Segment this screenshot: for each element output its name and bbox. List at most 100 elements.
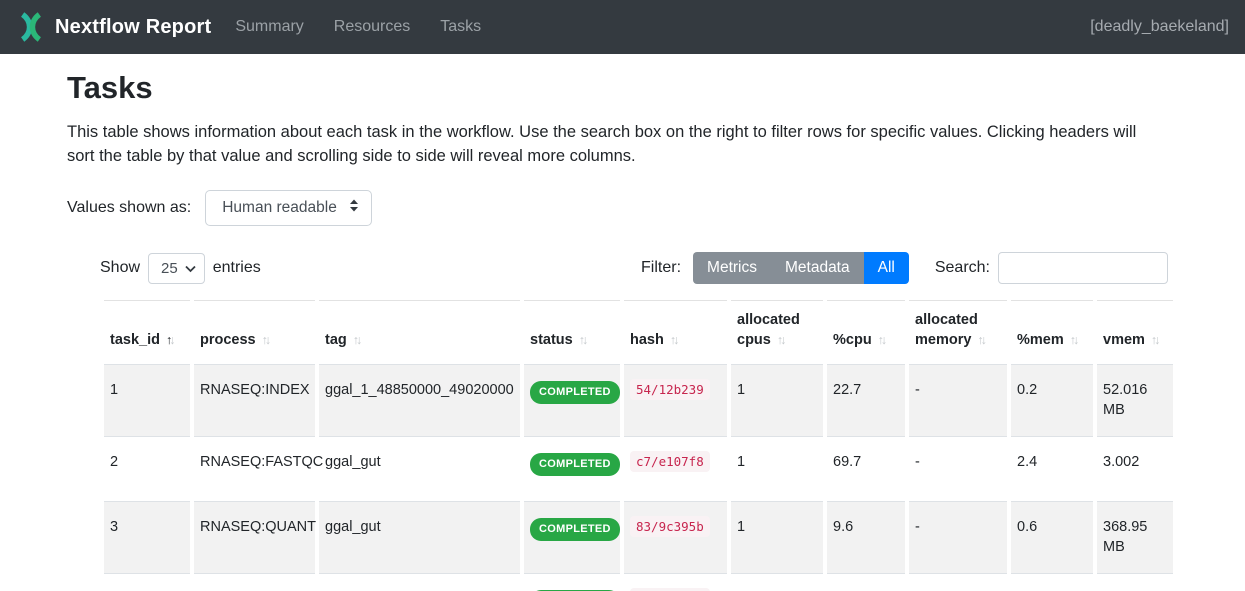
nav-link-summary[interactable]: Summary	[235, 18, 303, 36]
nav-link-tasks[interactable]: Tasks	[440, 18, 481, 36]
cell-task-id: 1	[102, 365, 192, 437]
cell-hash: 54/12b239	[622, 365, 729, 437]
cell-allocated-memory: -	[907, 502, 1009, 574]
cell-hash: 94/c235e1	[622, 574, 729, 591]
entries-label: entries	[213, 259, 261, 277]
page-length-value: 25	[161, 260, 178, 277]
tasks-table-scroll-container[interactable]: task_id↑↓ process↑↓ tag↑↓ status↑↓ hash↑…	[100, 300, 1178, 591]
cell-tag: ggal_gut	[317, 437, 522, 502]
sort-icon: ↑↓	[777, 333, 784, 347]
table-row: 2 RNASEQ:FASTQC ggal_gut COMPLETED c7/e1…	[102, 437, 1175, 502]
page-title: Tasks	[67, 70, 1178, 106]
sort-icon: ↑↓	[670, 333, 677, 347]
cell-hash: c7/e107f8	[622, 437, 729, 502]
table-row: 4 MULTIQC - COMPLETED 94/c235e1 1 42.8 -…	[102, 574, 1175, 591]
task-hash: c7/e107f8	[630, 451, 710, 472]
values-shown-select[interactable]: Human readable	[205, 190, 372, 226]
run-name: [deadly_baekeland]	[1090, 18, 1229, 36]
brand-title: Nextflow Report	[55, 16, 211, 39]
table-row: 1 RNASEQ:INDEX ggal_1_48850000_49020000 …	[102, 365, 1175, 437]
cell-tag: -	[317, 574, 522, 591]
nav-links: Summary Resources Tasks	[235, 18, 481, 36]
navbar: Nextflow Report Summary Resources Tasks …	[0, 0, 1245, 54]
nav-link-resources[interactable]: Resources	[334, 18, 410, 36]
cell-task-id: 2	[102, 437, 192, 502]
cell-pct-cpu: 22.7	[825, 365, 907, 437]
search-input[interactable]	[998, 252, 1168, 284]
search-label: Search:	[935, 259, 990, 277]
column-header-tag[interactable]: tag↑↓	[317, 301, 522, 365]
cell-status: COMPLETED	[522, 365, 622, 437]
cell-pct-mem: 0.6	[1009, 502, 1095, 574]
cell-pct-mem: 1.4	[1009, 574, 1095, 591]
cell-allocated-cpus: 1	[729, 365, 825, 437]
sort-icon: ↑↓	[166, 333, 173, 347]
sort-icon: ↑↓	[878, 333, 885, 347]
cell-vmem: 368.95 MB	[1095, 502, 1175, 574]
filter-metadata-button[interactable]: Metadata	[771, 252, 864, 284]
column-header-task-id[interactable]: task_id↑↓	[102, 301, 192, 365]
cell-tag: ggal_1_48850000_49020000	[317, 365, 522, 437]
cell-pct-mem: 2.4	[1009, 437, 1095, 502]
sort-icon: ↑↓	[977, 333, 984, 347]
show-label: Show	[100, 259, 140, 277]
chevron-down-icon	[185, 260, 196, 277]
cell-task-id: 4	[102, 574, 192, 591]
column-header-vmem[interactable]: vmem↑↓	[1095, 301, 1175, 365]
filter-label: Filter:	[641, 259, 681, 277]
page-description: This table shows information about each …	[67, 120, 1167, 168]
column-header-pct-cpu[interactable]: %cpu↑↓	[825, 301, 907, 365]
navbar-brand[interactable]: Nextflow Report	[16, 12, 211, 42]
cell-pct-mem: 0.2	[1009, 365, 1095, 437]
cell-process: RNASEQ:FASTQC	[192, 437, 317, 502]
page-length-select[interactable]: 25	[148, 253, 205, 284]
cell-allocated-cpus: 1	[729, 502, 825, 574]
updown-caret-icon	[349, 199, 359, 218]
cell-tag: ggal_gut	[317, 502, 522, 574]
cell-pct-cpu: 69.7	[825, 437, 907, 502]
column-header-process[interactable]: process↑↓	[192, 301, 317, 365]
cell-allocated-memory: -	[907, 365, 1009, 437]
filter-all-button[interactable]: All	[864, 252, 909, 284]
nextflow-logo-icon	[16, 12, 46, 42]
cell-status: COMPLETED	[522, 574, 622, 591]
cell-pct-cpu: 9.6	[825, 502, 907, 574]
cell-allocated-cpus: 1	[729, 437, 825, 502]
column-header-status[interactable]: status↑↓	[522, 301, 622, 365]
table-row: 3 RNASEQ:QUANT ggal_gut COMPLETED 83/9c3…	[102, 502, 1175, 574]
sort-icon: ↑↓	[1151, 333, 1158, 347]
cell-process: MULTIQC	[192, 574, 317, 591]
cell-process: RNASEQ:QUANT	[192, 502, 317, 574]
tasks-table: task_id↑↓ process↑↓ tag↑↓ status↑↓ hash↑…	[100, 300, 1177, 591]
cell-allocated-memory: -	[907, 437, 1009, 502]
cell-task-id: 3	[102, 502, 192, 574]
values-shown-selected: Human readable	[222, 199, 337, 217]
sort-icon: ↑↓	[262, 333, 269, 347]
sort-icon: ↑↓	[1070, 333, 1077, 347]
column-header-allocated-cpus[interactable]: allocated cpus↑↓	[729, 301, 825, 365]
filter-button-group: Metrics Metadata All	[693, 252, 909, 284]
cell-pct-cpu: 42.8	[825, 574, 907, 591]
column-header-hash[interactable]: hash↑↓	[622, 301, 729, 365]
page-length-control: Show 25 entries	[100, 253, 261, 284]
column-header-pct-mem[interactable]: %mem↑↓	[1009, 301, 1095, 365]
status-badge: COMPLETED	[530, 518, 620, 541]
table-header-row: task_id↑↓ process↑↓ tag↑↓ status↑↓ hash↑…	[102, 301, 1175, 365]
cell-status: COMPLETED	[522, 502, 622, 574]
cell-hash: 83/9c395b	[622, 502, 729, 574]
cell-allocated-memory: -	[907, 574, 1009, 591]
cell-vmem: 3.002	[1095, 437, 1175, 502]
status-badge: COMPLETED	[530, 453, 620, 476]
cell-process: RNASEQ:INDEX	[192, 365, 317, 437]
cell-vmem: 571.58 MB	[1095, 574, 1175, 591]
cell-vmem: 52.016 MB	[1095, 365, 1175, 437]
task-hash: 83/9c395b	[630, 516, 710, 537]
cell-status: COMPLETED	[522, 437, 622, 502]
sort-icon: ↑↓	[353, 333, 360, 347]
sort-icon: ↑↓	[579, 333, 586, 347]
values-shown-label: Values shown as:	[67, 199, 191, 217]
column-header-allocated-memory[interactable]: allocated memory↑↓	[907, 301, 1009, 365]
task-hash: 54/12b239	[630, 379, 710, 400]
filter-metrics-button[interactable]: Metrics	[693, 252, 771, 284]
status-badge: COMPLETED	[530, 381, 620, 404]
